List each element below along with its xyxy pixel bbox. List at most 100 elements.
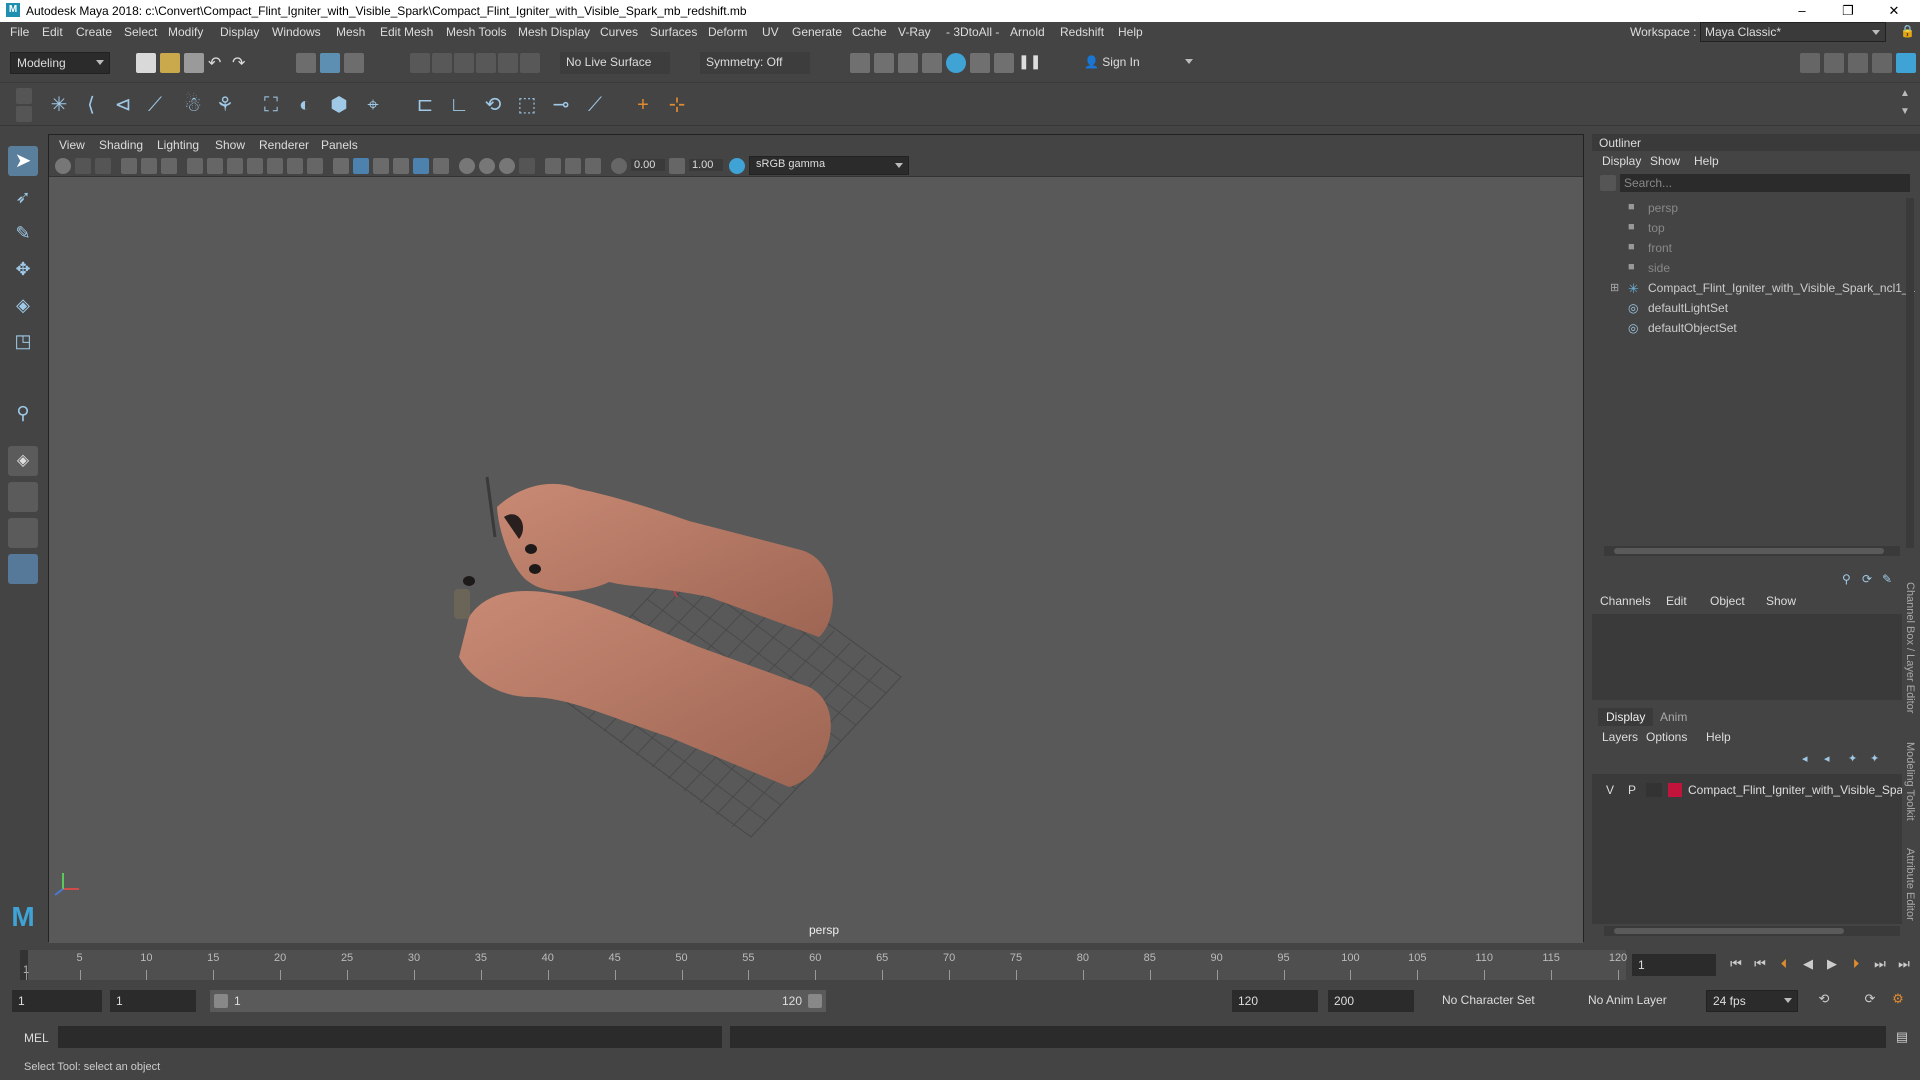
- channel-box-icon[interactable]: ⚲: [1842, 572, 1858, 588]
- snap-point-icon[interactable]: [454, 53, 474, 73]
- constraint-aim-icon[interactable]: ⊸: [548, 92, 574, 118]
- menu-mesh[interactable]: Mesh: [336, 25, 365, 39]
- shadows-icon[interactable]: [433, 158, 449, 174]
- rotate-tool-icon[interactable]: ◈: [8, 290, 38, 320]
- hypershade-icon[interactable]: [946, 53, 966, 73]
- layer-horizontal-scrollbar[interactable]: [1604, 926, 1900, 936]
- snap-live-icon[interactable]: [498, 53, 518, 73]
- channel-menu-show[interactable]: Show: [1766, 594, 1796, 608]
- quick-rig-icon[interactable]: ⚘: [212, 92, 238, 118]
- outliner-horizontal-scrollbar[interactable]: [1604, 546, 1900, 556]
- snap-view-plane-icon[interactable]: [476, 53, 496, 73]
- exposure-field[interactable]: 0.00: [631, 159, 665, 171]
- attribute-editor-toggle-icon[interactable]: [1824, 53, 1844, 73]
- step-back-frame-icon[interactable]: ⏴: [1776, 956, 1792, 972]
- menu-file[interactable]: File: [10, 25, 29, 39]
- refresh-icon[interactable]: ⟳: [1862, 572, 1878, 588]
- lasso-tool-icon[interactable]: ➶: [8, 182, 38, 212]
- layer-menu-help[interactable]: Help: [1706, 730, 1731, 744]
- select-hierarchy-icon[interactable]: [296, 53, 316, 73]
- wireframe-on-shaded-icon[interactable]: [373, 158, 389, 174]
- new-layer-selected-icon[interactable]: ✦: [1870, 752, 1886, 768]
- tool-settings-toggle-icon[interactable]: [1848, 53, 1868, 73]
- outliner-menu-display[interactable]: Display: [1602, 154, 1641, 168]
- scrollbar-thumb[interactable]: [1614, 928, 1844, 934]
- layer-row[interactable]: V P Compact_Flint_Igniter_with_Visible_S…: [1592, 780, 1907, 800]
- depth-of-field-icon[interactable]: [519, 158, 535, 174]
- select-camera-icon[interactable]: [55, 158, 71, 174]
- menu-mesh-display[interactable]: Mesh Display: [518, 25, 590, 39]
- minimize-button[interactable]: –: [1780, 1, 1824, 21]
- field-chart-icon[interactable]: [267, 158, 283, 174]
- outliner-toggle-icon[interactable]: [1872, 53, 1892, 73]
- render-settings-icon[interactable]: [922, 53, 942, 73]
- gate-mask-icon[interactable]: [247, 158, 263, 174]
- auto-key-icon[interactable]: ⟳: [1862, 991, 1878, 1007]
- last-tool-icon[interactable]: ⚲: [8, 398, 38, 428]
- animation-start-field[interactable]: 1: [12, 990, 102, 1012]
- channel-box-toggle-icon[interactable]: [1896, 53, 1916, 73]
- paint-select-tool-icon[interactable]: ✎: [8, 218, 38, 248]
- current-frame-field[interactable]: 1: [1632, 954, 1716, 976]
- smooth-shade-icon[interactable]: [353, 158, 369, 174]
- step-back-key-icon[interactable]: ⏮: [1752, 956, 1768, 972]
- expand-icon[interactable]: ⊞: [1610, 281, 1619, 294]
- menu-uv[interactable]: UV: [762, 25, 779, 39]
- menu-surfaces[interactable]: Surfaces: [650, 25, 697, 39]
- bookmark-icon[interactable]: [95, 158, 111, 174]
- constraint-point-icon[interactable]: ∟: [446, 92, 472, 118]
- move-layer-up-icon[interactable]: ◂: [1802, 752, 1818, 768]
- play-backwards-icon[interactable]: ◀: [1800, 956, 1816, 972]
- maximize-button[interactable]: ❐: [1826, 1, 1870, 21]
- shelf-scroll-down-icon[interactable]: ▼: [1900, 106, 1916, 122]
- constraint-parent-icon[interactable]: ⊏: [412, 92, 438, 118]
- tab-display[interactable]: Display: [1598, 708, 1654, 726]
- menu-windows[interactable]: Windows: [272, 25, 321, 39]
- layer-type-toggle[interactable]: [1646, 783, 1662, 797]
- viewport-menu-view[interactable]: View: [59, 138, 85, 152]
- modeling-toolkit-tab[interactable]: Modeling Toolkit: [1904, 742, 1916, 821]
- two-d-pan-zoom-icon[interactable]: [141, 158, 157, 174]
- menu-select[interactable]: Select: [124, 25, 157, 39]
- layer-menu-layers[interactable]: Layers: [1602, 730, 1638, 744]
- outliner-menu-show[interactable]: Show: [1650, 154, 1680, 168]
- fps-dropdown[interactable]: 24 fps: [1706, 990, 1798, 1012]
- loop-icon[interactable]: ⟲: [1816, 991, 1832, 1007]
- symmetry-dropdown[interactable]: Symmetry: Off: [700, 52, 810, 74]
- live-surface-field[interactable]: No Live Surface: [560, 52, 670, 74]
- anim-layer-dropdown[interactable]: No Anim Layer: [1582, 990, 1692, 1012]
- move-layer-down-icon[interactable]: ◂: [1824, 752, 1840, 768]
- go-to-start-icon[interactable]: ⏮: [1728, 956, 1744, 972]
- playback-start-field[interactable]: 1: [110, 990, 196, 1012]
- close-button[interactable]: ✕: [1872, 1, 1916, 21]
- command-language-label[interactable]: MEL: [24, 1031, 49, 1045]
- layer-color-swatch[interactable]: [1668, 783, 1682, 797]
- ik-spline-icon[interactable]: ⟋: [142, 92, 168, 118]
- constraint-orient-icon[interactable]: ⟲: [480, 92, 506, 118]
- persp-graph-layout-icon[interactable]: [8, 554, 38, 584]
- shelf-menu-icon[interactable]: [16, 88, 32, 104]
- snap-grid-icon[interactable]: [410, 53, 430, 73]
- screen-space-ao-icon[interactable]: [459, 158, 475, 174]
- time-slider-track[interactable]: 1510152025303540455055606570758085909510…: [20, 950, 1627, 980]
- image-plane-icon[interactable]: [121, 158, 137, 174]
- sign-in-button[interactable]: 👤 Sign In: [1078, 52, 1198, 74]
- four-view-layout-icon[interactable]: [8, 482, 38, 512]
- persp-outliner-layout-icon[interactable]: [8, 518, 38, 548]
- step-forward-key-icon[interactable]: ⏭: [1872, 956, 1888, 972]
- shelf-scroll-up-icon[interactable]: ▲: [1900, 88, 1916, 104]
- channel-menu-edit[interactable]: Edit: [1666, 594, 1687, 608]
- xray-joints-icon[interactable]: [585, 158, 601, 174]
- safe-title-icon[interactable]: [307, 158, 323, 174]
- edit-icon[interactable]: ✎: [1882, 572, 1898, 588]
- add-attribute-icon[interactable]: +: [630, 92, 656, 118]
- menu-create[interactable]: Create: [76, 25, 112, 39]
- motion-blur-icon[interactable]: [479, 158, 495, 174]
- viewport-menu-lighting[interactable]: Lighting: [157, 138, 199, 152]
- film-gate-icon[interactable]: [207, 158, 223, 174]
- color-management-icon[interactable]: [729, 158, 745, 174]
- menu-generate[interactable]: Generate: [792, 25, 842, 39]
- open-scene-icon[interactable]: [160, 53, 180, 73]
- camera-attributes-icon[interactable]: [75, 158, 91, 174]
- menu-display[interactable]: Display: [220, 25, 259, 39]
